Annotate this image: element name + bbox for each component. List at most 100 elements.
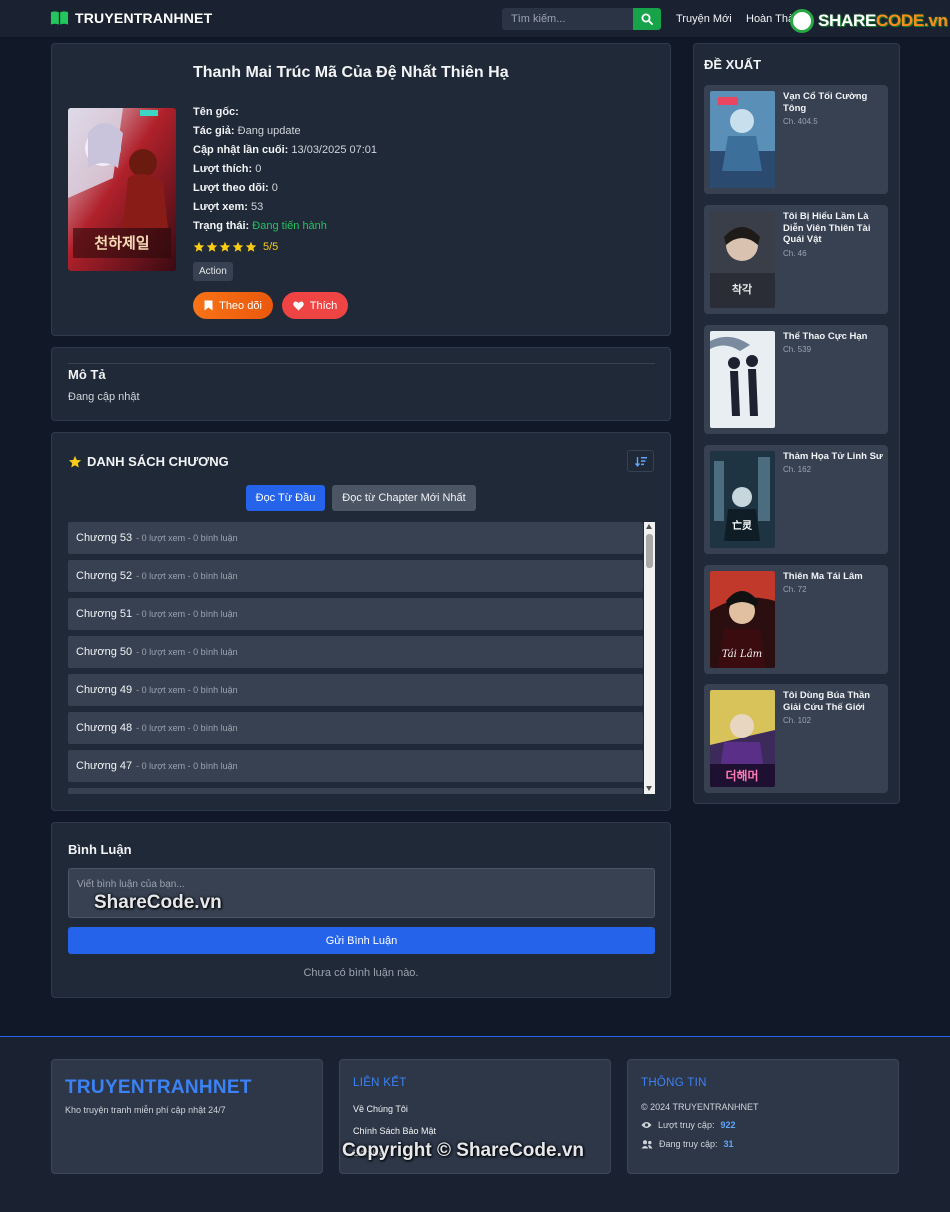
recommend-item[interactable]: Thể Thao Cực Hạn Ch. 539	[704, 325, 888, 434]
recommend-thumbnail[interactable]	[710, 331, 775, 428]
recommend-item[interactable]: Tái Lâm Thiên Ma Tái Lâm Ch. 72	[704, 565, 888, 674]
read-first-button[interactable]: Đọc Từ Đầu	[246, 485, 325, 511]
footer-link-about[interactable]: Về Chúng Tôi	[353, 1104, 408, 1114]
follow-button[interactable]: Theo dõi	[193, 292, 273, 319]
star-icon	[206, 241, 218, 252]
search-input[interactable]	[502, 8, 633, 30]
watermark-logo-part-a: SHARE	[818, 11, 877, 30]
footer-link-privacy[interactable]: Chính Sách Bảo Mật	[353, 1126, 436, 1136]
heart-icon	[292, 301, 304, 310]
chapter-meta: - 0 lượt xem - 0 bình luận	[136, 723, 238, 733]
chapter-name: Chương 53	[76, 532, 133, 544]
eye-icon	[641, 1122, 652, 1128]
visits-row: Lượt truy cập: 922	[641, 1120, 735, 1130]
recommend-name: Tôi Dùng Búa Thần Giải Cứu Thế Giới	[783, 690, 871, 713]
chapter-row[interactable]: Chương 50- 0 lượt xem - 0 bình luận	[68, 636, 643, 668]
brand-logo[interactable]: TRUYENTRANHNET	[50, 10, 212, 26]
star-icon	[219, 241, 231, 252]
chapter-meta: - 0 lượt xem - 0 bình luận	[136, 761, 238, 771]
comments-title: Bình Luận	[68, 842, 132, 857]
bookmark-icon	[204, 300, 213, 311]
updated-value: 13/03/2025 07:01	[291, 144, 378, 156]
original-name-row: Tên gốc:	[193, 106, 239, 118]
recommend-thumbnail[interactable]	[710, 91, 775, 188]
recommend-item[interactable]: 더해머 Tôi Dùng Búa Thần Giải Cứu Thế Giới …	[704, 684, 888, 793]
author-value: Đang update	[237, 125, 301, 137]
follows-value: 0	[271, 182, 278, 194]
chapter-row[interactable]: Chương 52- 0 lượt xem - 0 bình luận	[68, 560, 643, 592]
chapter-name: Chương 48	[76, 722, 133, 734]
chapter-meta: - 0 lượt xem - 0 bình luận	[136, 647, 238, 657]
recommend-thumbnail[interactable]: 더해머	[710, 690, 775, 787]
visits-label: Lượt truy cập:	[658, 1120, 715, 1130]
copyright-watermark-text: Copyright © ShareCode.vn	[342, 1140, 585, 1161]
follows-label: Lượt theo dõi:	[193, 182, 269, 194]
original-name-label: Tên gốc:	[193, 106, 239, 118]
copyright-text: © 2024 TRUYENTRANHNET	[641, 1102, 759, 1112]
recommend-item[interactable]: 亡灵 Thảm Họa Tử Linh Sư Ch. 162	[704, 445, 888, 554]
recommend-thumbnail[interactable]: Tái Lâm	[710, 571, 775, 668]
chapter-meta: - 0 lượt xem - 0 bình luận	[136, 685, 238, 695]
chapter-meta: - 0 lượt xem - 0 bình luận	[136, 533, 238, 543]
chapter-scroll-area[interactable]: Chương 53- 0 lượt xem - 0 bình luận Chươ…	[68, 522, 655, 794]
brand-name: TRUYENTRANHNET	[75, 10, 213, 26]
manga-title: Thanh Mai Trúc Mã Của Đệ Nhất Thiên Hạ	[193, 64, 509, 81]
sort-button[interactable]	[627, 450, 654, 472]
chapter-row[interactable]: Chương 49- 0 lượt xem - 0 bình luận	[68, 674, 643, 706]
chapter-row-partial[interactable]	[68, 788, 643, 794]
chapter-row[interactable]: Chương 47- 0 lượt xem - 0 bình luận	[68, 750, 643, 782]
recommend-thumbnail[interactable]: 亡灵	[710, 451, 775, 548]
likes-row: Lượt thích: 0	[193, 163, 261, 175]
footer-brand: TRUYENTRANHNET	[65, 1077, 252, 1098]
rating-stars[interactable]: 5/5	[193, 241, 278, 253]
follows-row: Lượt theo dõi: 0	[193, 182, 278, 194]
views-value: 53	[250, 201, 264, 213]
svg-text:더해머: 더해머	[725, 768, 758, 783]
submit-comment-button[interactable]: Gửi Bình Luận	[68, 927, 655, 954]
description-text: Đang cập nhật	[68, 391, 140, 403]
chapter-row[interactable]: Chương 53- 0 lượt xem - 0 bình luận	[68, 522, 643, 554]
likes-label: Lượt thích:	[193, 163, 253, 175]
genre-tag[interactable]: Action	[193, 262, 233, 281]
manga-cover-image[interactable]: 천하제일	[68, 108, 176, 271]
recommend-name: Thể Thao Cực Hạn	[783, 331, 868, 342]
author-label: Tác giả:	[193, 125, 235, 137]
scroll-up-arrow-icon[interactable]	[646, 524, 652, 529]
chapter-row[interactable]: Chương 48- 0 lượt xem - 0 bình luận	[68, 712, 643, 744]
like-button-label: Thích	[309, 299, 338, 312]
scrollbar-thumb[interactable]	[646, 534, 653, 568]
description-title: Mô Tả	[68, 367, 106, 382]
sharecode-watermark-text: ShareCode.vn	[94, 892, 222, 913]
nav-new-manga[interactable]: Truyện Mới	[676, 13, 732, 25]
follow-button-label: Theo dõi	[219, 299, 262, 312]
watermark-logo-part-b: CODE.vn	[876, 11, 948, 30]
book-icon	[50, 11, 69, 25]
chapter-row[interactable]: Chương 51- 0 lượt xem - 0 bình luận	[68, 598, 643, 630]
scroll-down-arrow-icon[interactable]	[646, 786, 652, 791]
read-latest-button[interactable]: Đọc từ Chapter Mới Nhất	[332, 485, 476, 511]
likes-value: 0	[255, 163, 262, 175]
stars-group	[193, 241, 257, 253]
recommend-name: Thiên Ma Tái Lâm	[783, 571, 863, 582]
chapter-name: Chương 47	[76, 760, 133, 772]
recommend-name: Thảm Họa Tử Linh Sư	[783, 451, 883, 462]
recommend-name: Vạn Cổ Tối Cường Tông	[783, 91, 868, 114]
recommend-thumbnail[interactable]: 착각	[710, 211, 775, 308]
views-row: Lượt xem: 53	[193, 201, 263, 213]
status-label: Trạng thái:	[193, 220, 250, 232]
search-button[interactable]	[633, 8, 661, 30]
recommend-item[interactable]: 착각 Tôi Bị Hiểu Lầm Là Diễn Viên Thiên Tà…	[704, 205, 888, 314]
status-row: Trạng thái: Đang tiến hành	[193, 220, 327, 232]
recommend-chapter: Ch. 72	[783, 585, 807, 594]
chapter-scrollbar[interactable]	[644, 522, 655, 794]
chapter-name: Chương 51	[76, 608, 133, 620]
footer-links-title: LIÊN KẾT	[353, 1077, 407, 1089]
svg-text:Tái Lâm: Tái Lâm	[722, 649, 762, 660]
like-button[interactable]: Thích	[282, 292, 348, 319]
recommend-chapter: Ch. 102	[783, 716, 812, 725]
description-divider	[68, 363, 655, 364]
chapter-list-heading: DANH SÁCH CHƯƠNG	[68, 454, 229, 469]
recommend-item[interactable]: Vạn Cổ Tối Cường Tông Ch. 404.5	[704, 85, 888, 194]
author-row: Tác giả: Đang update	[193, 125, 301, 137]
sort-icon	[634, 456, 647, 467]
